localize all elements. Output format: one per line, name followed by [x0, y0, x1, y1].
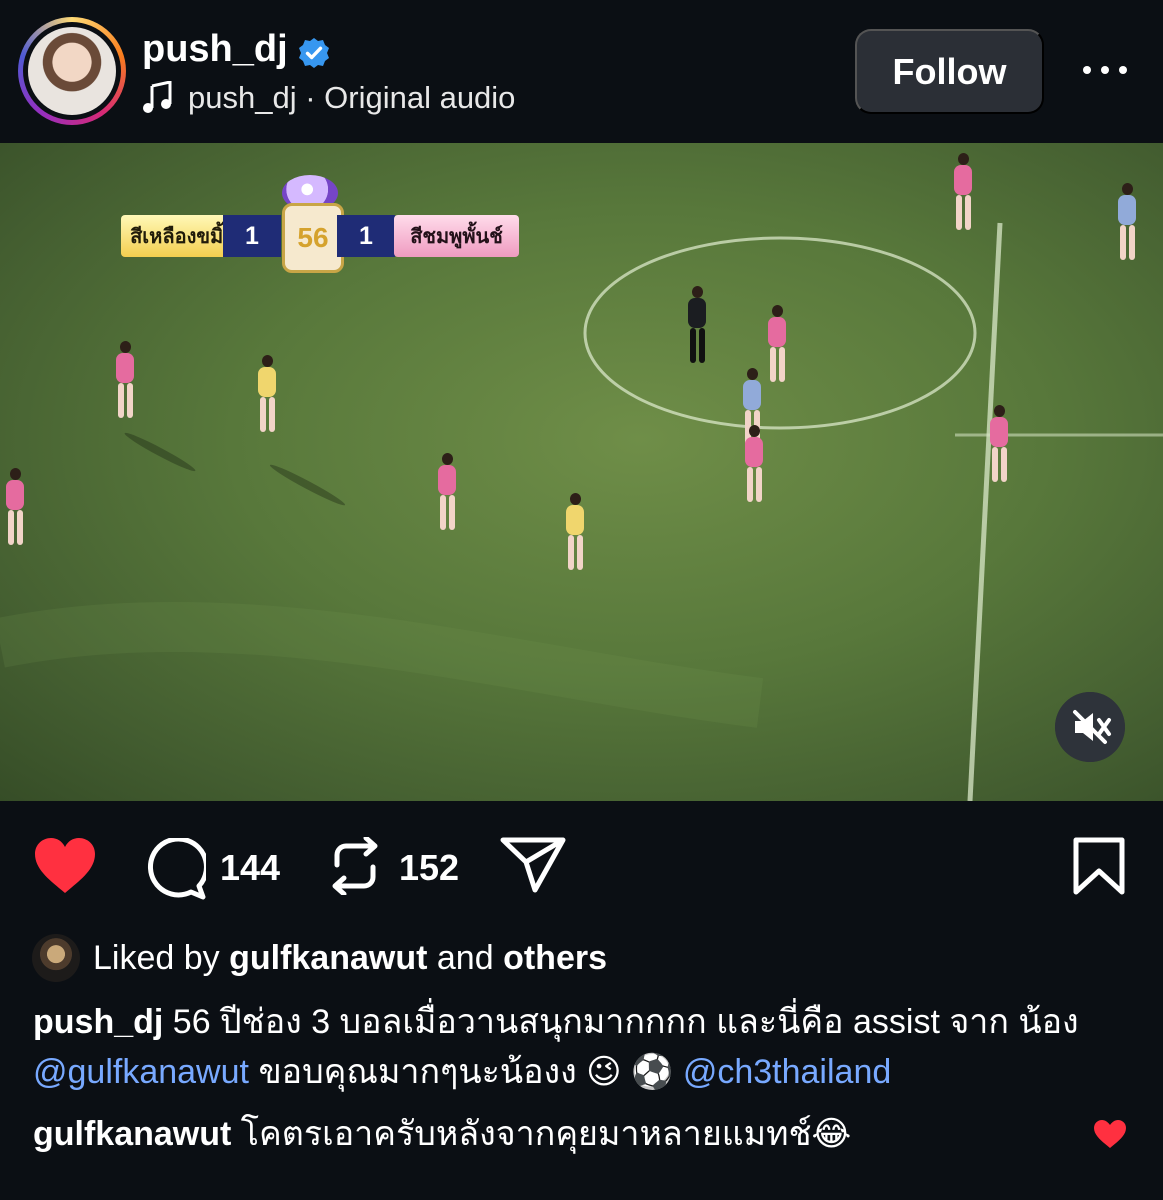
pink-team-player	[739, 425, 769, 515]
comment-count: 144	[220, 847, 281, 888]
comment-author[interactable]: gulfkanawut	[33, 1115, 231, 1153]
bookmark-icon[interactable]	[1072, 837, 1126, 895]
yellow-team-player	[252, 355, 282, 445]
send-icon[interactable]	[500, 836, 566, 894]
right-team-score: 1	[337, 215, 395, 257]
profile-avatar[interactable]	[18, 17, 126, 125]
caption-text-part-1: 56 ปีช่อง 3 บอลเมื่อวานสนุกมากกกก และนี่…	[172, 1003, 1079, 1041]
liked-by-user[interactable]: gulfkanawut	[229, 939, 427, 978]
audio-attribution[interactable]: push_dj · Original audio	[142, 80, 515, 116]
channel-56-logo: 56	[282, 203, 344, 273]
post-header: push_dj push_dj · Original audio Follow	[0, 0, 1163, 143]
repost-count: 152	[399, 847, 460, 888]
caption-mention-ch3thailand[interactable]: @ch3thailand	[683, 1053, 891, 1091]
liked-by-summary[interactable]: Liked by gulfkanawut and others	[32, 934, 607, 982]
comment-like-icon[interactable]	[1093, 1119, 1127, 1149]
repost-icon[interactable]	[327, 837, 383, 895]
avatar-image	[28, 27, 116, 115]
left-team-score: 1	[223, 215, 281, 257]
yellow-team-player	[1112, 183, 1142, 273]
yellow-team-player-number-10	[560, 493, 590, 583]
pink-team-player	[432, 453, 462, 543]
liker-avatar	[32, 934, 80, 982]
liked-by-prefix: Liked by	[93, 938, 220, 977]
caption-text-part-2: ขอบคุณมากๆนะน้องง 😉 ⚽	[258, 1053, 674, 1091]
verified-icon	[299, 38, 329, 68]
username[interactable]: push_dj	[142, 28, 288, 71]
follow-button[interactable]: Follow	[855, 29, 1044, 114]
audio-label: push_dj · Original audio	[188, 80, 516, 115]
pink-team-player	[0, 468, 30, 558]
comment-icon[interactable]	[144, 838, 206, 900]
pink-team-player	[948, 153, 978, 243]
scoreboard: สีเหลืองขมิ้น 1 56 1 สีชมพูพั้นช์	[98, 175, 523, 273]
more-options-icon[interactable]	[1080, 58, 1130, 82]
mute-icon[interactable]	[1055, 692, 1125, 762]
avatar-border	[23, 22, 121, 120]
right-team-name: สีชมพูพั้นช์	[394, 215, 519, 257]
music-note-icon	[143, 81, 172, 113]
pink-team-player	[110, 341, 140, 431]
caption-mention-gulfkanawut[interactable]: @gulfkanawut	[33, 1053, 249, 1091]
post-actions: 144 152	[0, 801, 1163, 931]
heart-icon[interactable]	[33, 837, 97, 895]
referee	[682, 286, 712, 376]
pink-team-player	[984, 405, 1014, 495]
video-player[interactable]: สีเหลืองขมิ้น 1 56 1 สีชมพูพั้นช์	[0, 143, 1163, 801]
comment-row: gulfkanawut โคตรเอาครับหลังจากคุยมาหลายแ…	[33, 1109, 1123, 1159]
caption-author[interactable]: push_dj	[33, 1003, 163, 1041]
post-caption: push_dj 56 ปีช่อง 3 บอลเมื่อวานสนุกมากกก…	[33, 997, 1123, 1097]
liked-by-others[interactable]: others	[503, 939, 607, 978]
liked-by-middle: and	[436, 938, 494, 977]
comment-text: โคตรเอาครับหลังจากคุยมาหลายแมทช์😂	[240, 1115, 852, 1153]
